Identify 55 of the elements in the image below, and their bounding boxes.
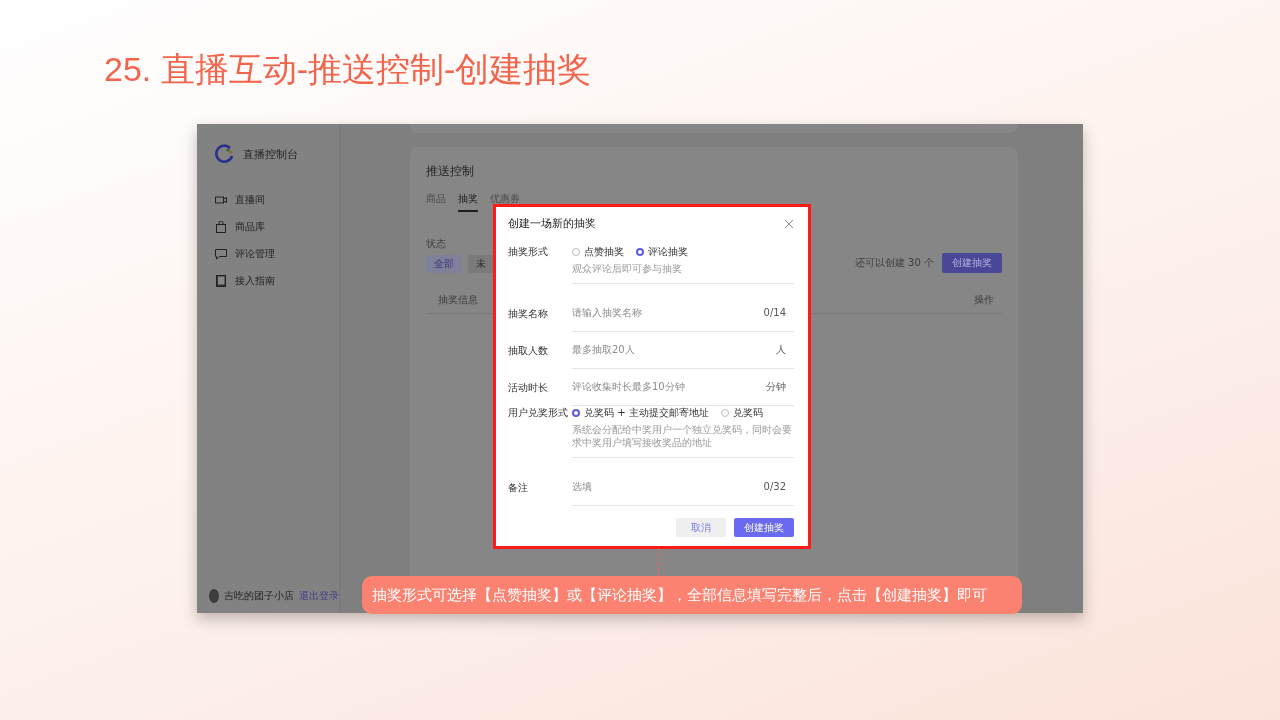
field-suffix: 0/32 xyxy=(763,481,786,493)
radio-button[interactable] xyxy=(572,248,580,256)
field-label: 抽奖名称 xyxy=(508,306,549,321)
panel-title: 推送控制 xyxy=(426,163,475,180)
field-label: 抽奖形式 xyxy=(508,245,549,259)
option-label: 兑奖码 xyxy=(732,406,763,420)
tab[interactable]: 抽奖 xyxy=(458,192,478,212)
radio-option[interactable]: 评论抽奖 xyxy=(636,245,688,259)
field-hint: 观众评论后即可参与抽奖 xyxy=(572,262,683,275)
field-label: 备注 xyxy=(508,480,529,495)
status-label: 状态 xyxy=(426,238,446,249)
field-label: 抽取人数 xyxy=(508,343,549,358)
callout-note: 抽奖形式可选择【点赞抽奖】或【评论抽奖】，全部信息填写完整后，点击【创建抽奖】即可 xyxy=(362,576,1022,614)
input-field[interactable]: 选填 xyxy=(572,480,754,494)
nav-label: 评论管理 xyxy=(235,246,275,261)
field-suffix: 0/14 xyxy=(763,307,786,319)
radio-option[interactable]: 点赞抽奖 xyxy=(572,245,624,259)
option-label: 点赞抽奖 xyxy=(584,245,624,259)
bag-icon xyxy=(215,220,227,233)
option-label: 评论抽奖 xyxy=(648,245,688,259)
status-filter[interactable]: 未 xyxy=(468,255,494,273)
avatar xyxy=(209,589,219,603)
slide-title: 25. 直播互动-推送控制-创建抽奖 xyxy=(104,49,593,90)
radio-button[interactable] xyxy=(572,409,580,417)
logo-icon xyxy=(215,144,235,164)
video-icon xyxy=(215,193,227,206)
field-label: 用户兑奖形式 xyxy=(508,406,569,420)
close-icon[interactable] xyxy=(784,218,794,229)
dialog-title: 创建一场新的抽奖 xyxy=(508,216,596,231)
column-header: 操作 xyxy=(974,293,994,307)
nav-item[interactable]: 商品库 xyxy=(215,213,339,240)
status-filter[interactable]: 全部 xyxy=(426,255,462,273)
radio-button[interactable] xyxy=(720,409,729,417)
create-button[interactable]: 创建抽奖 xyxy=(942,253,1002,273)
nav-item[interactable]: 评论管理 xyxy=(215,240,339,267)
nav-label: 商品库 xyxy=(235,219,265,234)
book-icon xyxy=(215,274,227,287)
nav-item[interactable]: 直播间 xyxy=(215,186,339,213)
input-field[interactable]: 评论收集时长最多10分钟 xyxy=(572,380,756,394)
input-field[interactable]: 请输入抽奖名称 xyxy=(572,306,754,320)
field-suffix: 分钟 xyxy=(766,381,786,393)
nav-label: 接入指南 xyxy=(235,273,275,288)
radio-button[interactable] xyxy=(636,248,644,256)
radio-option[interactable]: 兑奖码 xyxy=(720,406,763,420)
nav-label: 直播间 xyxy=(235,192,265,207)
user-name: 吉吃的团子小店 xyxy=(224,589,294,603)
nav-item[interactable]: 接入指南 xyxy=(215,267,339,294)
column-header: 抽奖信息 xyxy=(438,293,478,307)
create-button[interactable]: 创建抽奖 xyxy=(734,518,794,537)
field-label: 活动时长 xyxy=(508,380,549,395)
field-suffix: 人 xyxy=(776,344,786,356)
comment-icon xyxy=(215,247,227,260)
input-field[interactable]: 最多抽取20人 xyxy=(572,343,766,357)
cancel-button[interactable]: 取消 xyxy=(676,518,726,537)
brand-name: 直播控制台 xyxy=(243,146,298,162)
